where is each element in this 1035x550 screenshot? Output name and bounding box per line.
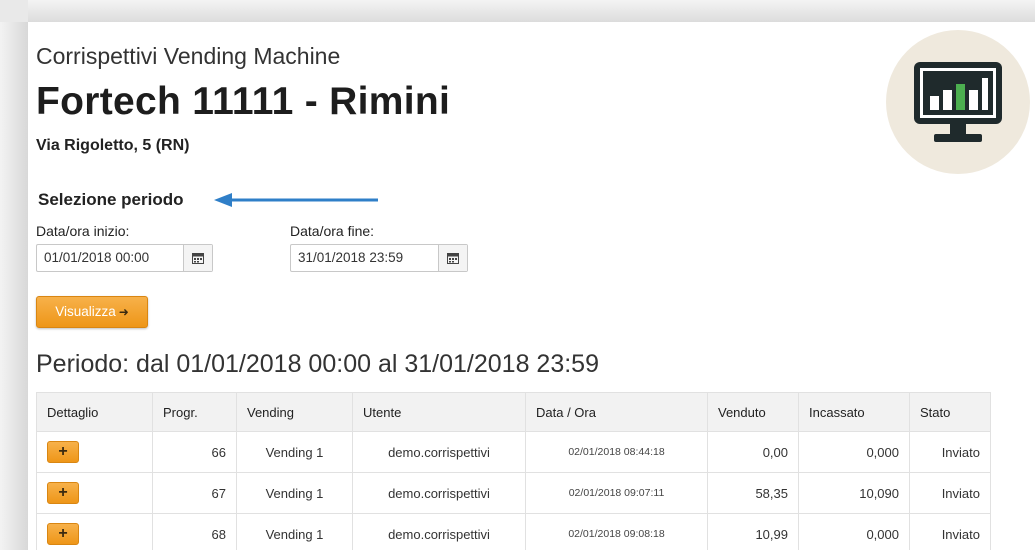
column-header-stato[interactable]: Stato bbox=[909, 392, 991, 432]
left-shadow bbox=[0, 22, 28, 550]
cell-progr: 68 bbox=[152, 513, 237, 550]
top-shadow bbox=[28, 0, 1035, 22]
cell-incassato: 0,000 bbox=[798, 431, 910, 473]
start-calendar-button[interactable] bbox=[183, 245, 212, 271]
calendar-icon bbox=[447, 253, 459, 264]
page-subtitle: Corrispettivi Vending Machine bbox=[36, 43, 341, 69]
plus-icon: + bbox=[58, 443, 68, 460]
cell-venduto: 58,35 bbox=[707, 472, 799, 514]
cell-stato: Inviato bbox=[909, 431, 991, 473]
cell-data-ora: 02/01/2018 09:07:11 bbox=[525, 472, 708, 514]
table-row: + 67 Vending 1 demo.corrispettivi 02/01/… bbox=[36, 472, 991, 514]
end-date-label: Data/ora fine: bbox=[290, 223, 375, 239]
cell-incassato: 10,090 bbox=[798, 472, 910, 514]
cell-vending: Vending 1 bbox=[236, 472, 353, 514]
calendar-icon bbox=[192, 253, 204, 264]
column-header-venduto[interactable]: Venduto bbox=[707, 392, 799, 432]
arrow-right-icon: ➜ bbox=[118, 305, 129, 319]
cell-data-ora: 02/01/2018 08:44:18 bbox=[525, 431, 708, 473]
plus-icon: + bbox=[58, 525, 68, 542]
plus-icon: + bbox=[58, 484, 68, 501]
monitor-bar-chart-icon bbox=[914, 62, 1002, 142]
detail-cell: + bbox=[36, 513, 153, 550]
cell-vending: Vending 1 bbox=[236, 513, 353, 550]
cell-progr: 66 bbox=[152, 431, 237, 473]
cell-venduto: 0,00 bbox=[707, 431, 799, 473]
detail-cell: + bbox=[36, 431, 153, 473]
cell-utente: demo.corrispettivi bbox=[352, 472, 526, 514]
arrow-left-icon bbox=[214, 193, 378, 207]
address: Via Rigoletto, 5 (RN) bbox=[36, 137, 190, 154]
visualizza-button[interactable]: Visualizza ➜ bbox=[36, 296, 148, 328]
results-table: Dettaglio Progr. Vending Utente Data / O… bbox=[36, 392, 991, 550]
detail-plus-button[interactable]: + bbox=[47, 482, 79, 504]
end-calendar-button[interactable] bbox=[438, 245, 467, 271]
cell-vending: Vending 1 bbox=[236, 431, 353, 473]
cell-venduto: 10,99 bbox=[707, 513, 799, 550]
end-date-value[interactable]: 31/01/2018 23:59 bbox=[291, 245, 438, 271]
section-label-period: Selezione periodo bbox=[38, 190, 184, 209]
start-date-value[interactable]: 01/01/2018 00:00 bbox=[37, 245, 183, 271]
detail-plus-button[interactable]: + bbox=[47, 441, 79, 463]
column-header-data-ora[interactable]: Data / Ora bbox=[525, 392, 708, 432]
column-header-utente[interactable]: Utente bbox=[352, 392, 526, 432]
cell-incassato: 0,000 bbox=[798, 513, 910, 550]
visualizza-button-label: Visualizza bbox=[55, 304, 116, 319]
column-header-incassato[interactable]: Incassato bbox=[798, 392, 910, 432]
start-date-input[interactable]: 01/01/2018 00:00 bbox=[36, 244, 213, 272]
period-heading: Periodo: dal 01/01/2018 00:00 al 31/01/2… bbox=[36, 350, 599, 378]
start-date-label: Data/ora inizio: bbox=[36, 223, 130, 239]
column-header-progr[interactable]: Progr. bbox=[152, 392, 237, 432]
cell-stato: Inviato bbox=[909, 513, 991, 550]
table-row: + 66 Vending 1 demo.corrispettivi 02/01/… bbox=[36, 431, 991, 473]
table-row: + 68 Vending 1 demo.corrispettivi 02/01/… bbox=[36, 513, 991, 550]
page: Corrispettivi Vending Machine Fortech 11… bbox=[28, 22, 1035, 550]
cell-stato: Inviato bbox=[909, 472, 991, 514]
cell-data-ora: 02/01/2018 09:08:18 bbox=[525, 513, 708, 550]
table-header-row: Dettaglio Progr. Vending Utente Data / O… bbox=[36, 392, 991, 432]
column-header-vending[interactable]: Vending bbox=[236, 392, 353, 432]
end-date-input[interactable]: 31/01/2018 23:59 bbox=[290, 244, 468, 272]
cell-utente: demo.corrispettivi bbox=[352, 513, 526, 550]
logo-badge bbox=[886, 30, 1030, 174]
detail-plus-button[interactable]: + bbox=[47, 523, 79, 545]
cell-utente: demo.corrispettivi bbox=[352, 431, 526, 473]
page-title: Fortech 11111 - Rimini bbox=[36, 80, 451, 123]
cell-progr: 67 bbox=[152, 472, 237, 514]
column-header-dettaglio[interactable]: Dettaglio bbox=[36, 392, 153, 432]
detail-cell: + bbox=[36, 472, 153, 514]
